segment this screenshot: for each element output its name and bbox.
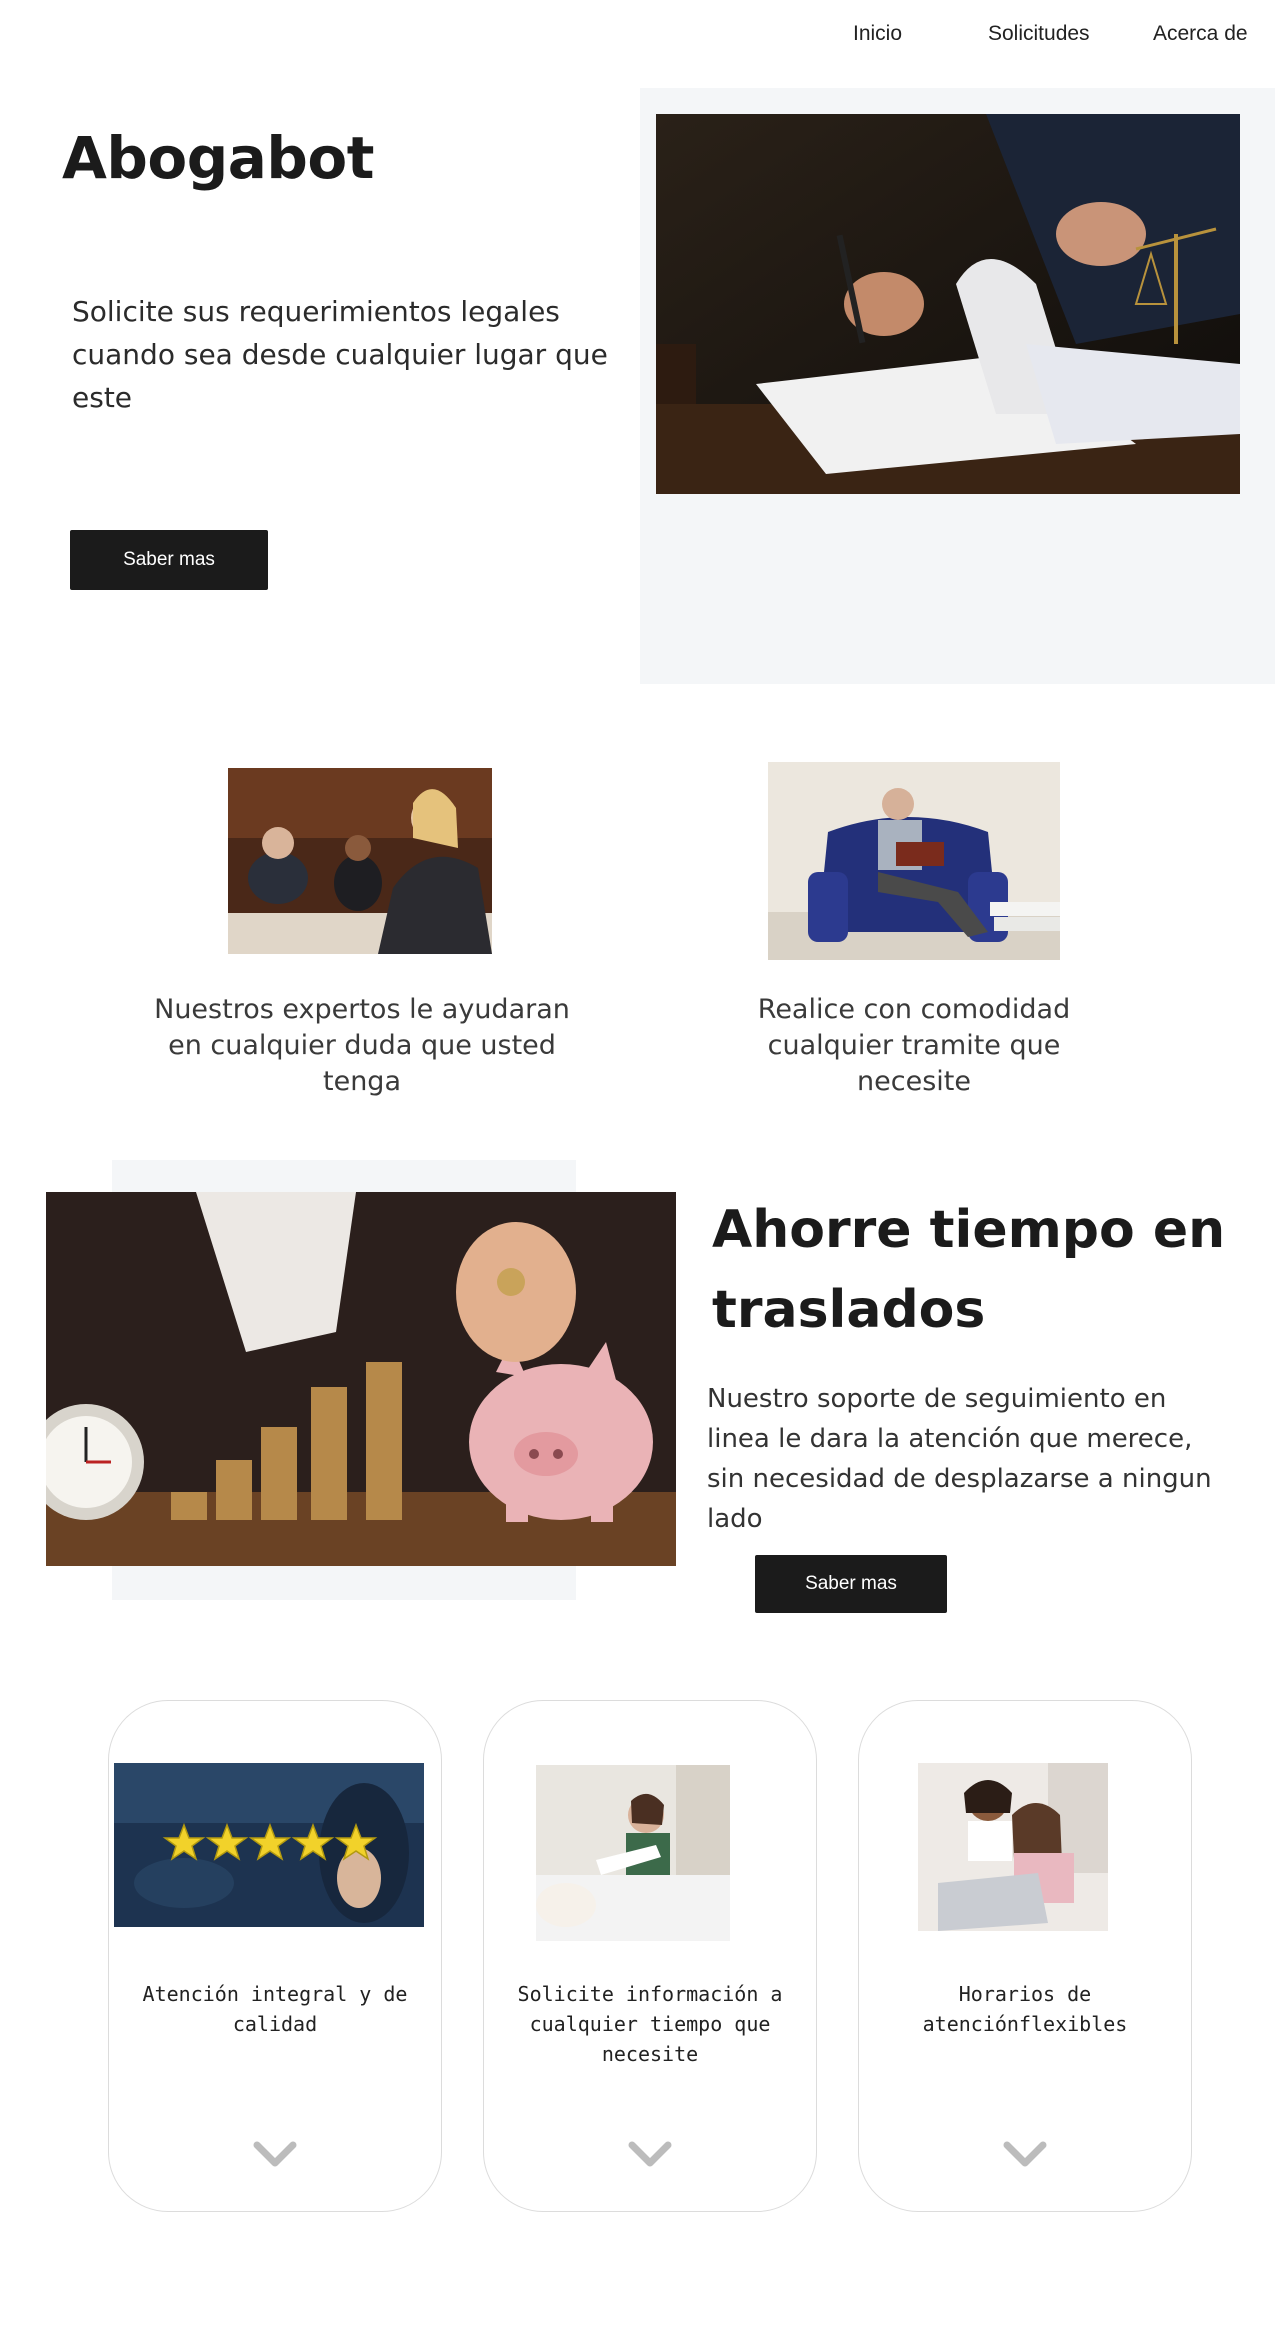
feature-text-comodidad: Realice con comodidad cualquier tramite … [757, 994, 1071, 1097]
chevron-down-icon[interactable] [628, 2141, 672, 2169]
savings-title: Ahorre tiempo en traslados [712, 1200, 1226, 1340]
nav-link-inicio[interactable]: Inicio [853, 22, 902, 46]
feature-man-reading-image [768, 762, 1060, 960]
page-title: Abogabot [62, 124, 375, 192]
card-reception-desk-image [536, 1765, 730, 1941]
nav-link-solicitudes[interactable]: Solicitudes [988, 22, 1090, 46]
card-rating-stars-image [114, 1763, 424, 1927]
feature-text-experts: Nuestros expertos le ayudaran en cualqui… [154, 994, 570, 1097]
hero-lawyer-writing-image [656, 114, 1240, 494]
card-text: Atención integral y de calidad [142, 1982, 408, 2036]
chevron-down-icon[interactable] [253, 2141, 297, 2169]
card-text: Horarios de atenciónflexibles [922, 1982, 1128, 2036]
hero-saber-mas-button[interactable]: Saber mas [70, 530, 268, 590]
card-horarios-flexibles[interactable]: Horarios de atenciónflexibles [858, 1700, 1192, 2212]
card-atencion-integral[interactable]: Atención integral y de calidad [108, 1700, 442, 2212]
card-text: Solicite información a cualquier tiempo … [517, 1982, 783, 2066]
savings-saber-mas-button[interactable]: Saber mas [755, 1555, 947, 1613]
savings-piggy-bank-image [46, 1192, 676, 1566]
savings-text: Nuestro soporte de seguimiento en linea … [707, 1384, 1212, 1534]
card-solicite-informacion[interactable]: Solicite información a cualquier tiempo … [483, 1700, 817, 2212]
hero-subtitle: Solicite sus requerimientos legales cuan… [72, 295, 608, 414]
card-women-laptop-image [918, 1763, 1108, 1931]
nav-link-acerca-de[interactable]: Acerca de [1153, 22, 1248, 46]
chevron-down-icon[interactable] [1003, 2141, 1047, 2169]
feature-courtroom-image [228, 768, 492, 954]
